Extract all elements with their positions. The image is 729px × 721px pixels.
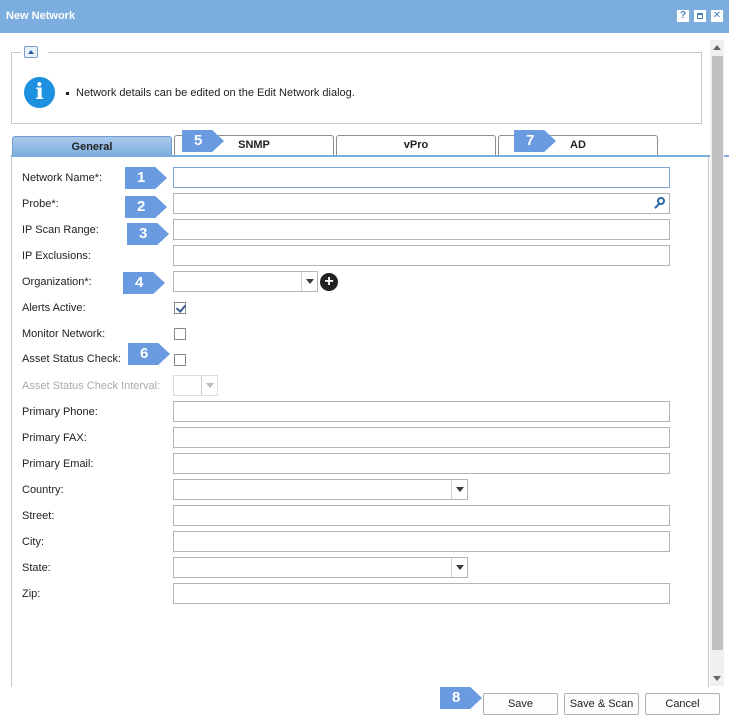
save-button[interactable]: Save (483, 693, 558, 715)
primary-fax-input[interactable] (173, 427, 670, 448)
ip-scan-range-input[interactable] (173, 219, 670, 240)
street-label: Street: (22, 510, 55, 522)
chevron-down-icon (201, 376, 217, 395)
monitor-network-label: Monitor Network: (22, 328, 106, 340)
scroll-down-icon[interactable] (713, 676, 721, 681)
state-label: State: (22, 562, 51, 574)
alerts-active-checkbox[interactable] (174, 302, 186, 314)
save-and-scan-button[interactable]: Save & Scan (564, 693, 639, 715)
chevron-down-icon[interactable] (451, 480, 467, 499)
probe-search-icon[interactable] (652, 195, 668, 212)
network-name-input[interactable] (173, 167, 670, 188)
asset-status-check-checkbox[interactable] (174, 354, 186, 366)
country-label: Country: (22, 484, 64, 496)
window-title: New Network (6, 10, 76, 22)
close-button[interactable]: ✕ (711, 10, 723, 22)
asset-status-check-label: Asset Status Check: (22, 353, 122, 365)
country-select[interactable] (173, 479, 468, 500)
zip-label: Zip: (22, 588, 41, 600)
ip-exclusions-label: IP Exclusions: (22, 250, 91, 262)
maximize-icon (697, 13, 703, 19)
street-input[interactable] (173, 505, 670, 526)
callout-marker: 8 (440, 687, 482, 709)
ip-exclusions-input[interactable] (173, 245, 670, 266)
network-name-label: Network Name*: (22, 172, 103, 184)
monitor-network-checkbox[interactable] (174, 328, 186, 340)
primary-email-input[interactable] (173, 453, 670, 474)
city-label: City: (22, 536, 44, 548)
primary-phone-label: Primary Phone: (22, 406, 98, 418)
close-icon: ✕ (712, 10, 722, 21)
tab-general[interactable]: General (12, 136, 172, 157)
chevron-down-icon[interactable] (451, 558, 467, 577)
chevron-down-icon[interactable] (301, 272, 317, 291)
ip-scan-range-label: IP Scan Range: (22, 224, 99, 236)
state-select[interactable] (173, 557, 468, 578)
help-icon: ? (679, 10, 687, 21)
organization-label: Organization*: (22, 276, 92, 288)
asset-status-check-interval-select (173, 375, 218, 396)
collapse-info-button[interactable] (24, 46, 38, 58)
probe-input[interactable] (173, 193, 670, 214)
primary-phone-input[interactable] (173, 401, 670, 422)
zip-input[interactable] (173, 583, 670, 604)
city-input[interactable] (173, 531, 670, 552)
organization-select[interactable] (173, 271, 318, 292)
probe-label: Probe*: (22, 198, 59, 210)
add-organization-icon[interactable]: + (320, 273, 338, 291)
info-icon: i (24, 77, 55, 108)
primary-email-label: Primary Email: (22, 458, 94, 470)
scroll-thumb[interactable] (712, 56, 723, 650)
vertical-scrollbar[interactable] (710, 40, 724, 686)
maximize-button[interactable] (694, 10, 706, 22)
alerts-active-label: Alerts Active: (22, 302, 86, 314)
window-titlebar: New Network ? ✕ (0, 0, 729, 33)
asset-status-check-interval-label: Asset Status Check Interval: (22, 380, 161, 392)
info-message: Network details can be edited on the Edi… (66, 87, 355, 99)
scroll-up-icon[interactable] (713, 45, 721, 50)
tab-vpro[interactable]: vPro (336, 135, 496, 156)
help-button[interactable]: ? (677, 10, 689, 22)
cancel-button[interactable]: Cancel (645, 693, 720, 715)
primary-fax-label: Primary FAX: (22, 432, 87, 444)
